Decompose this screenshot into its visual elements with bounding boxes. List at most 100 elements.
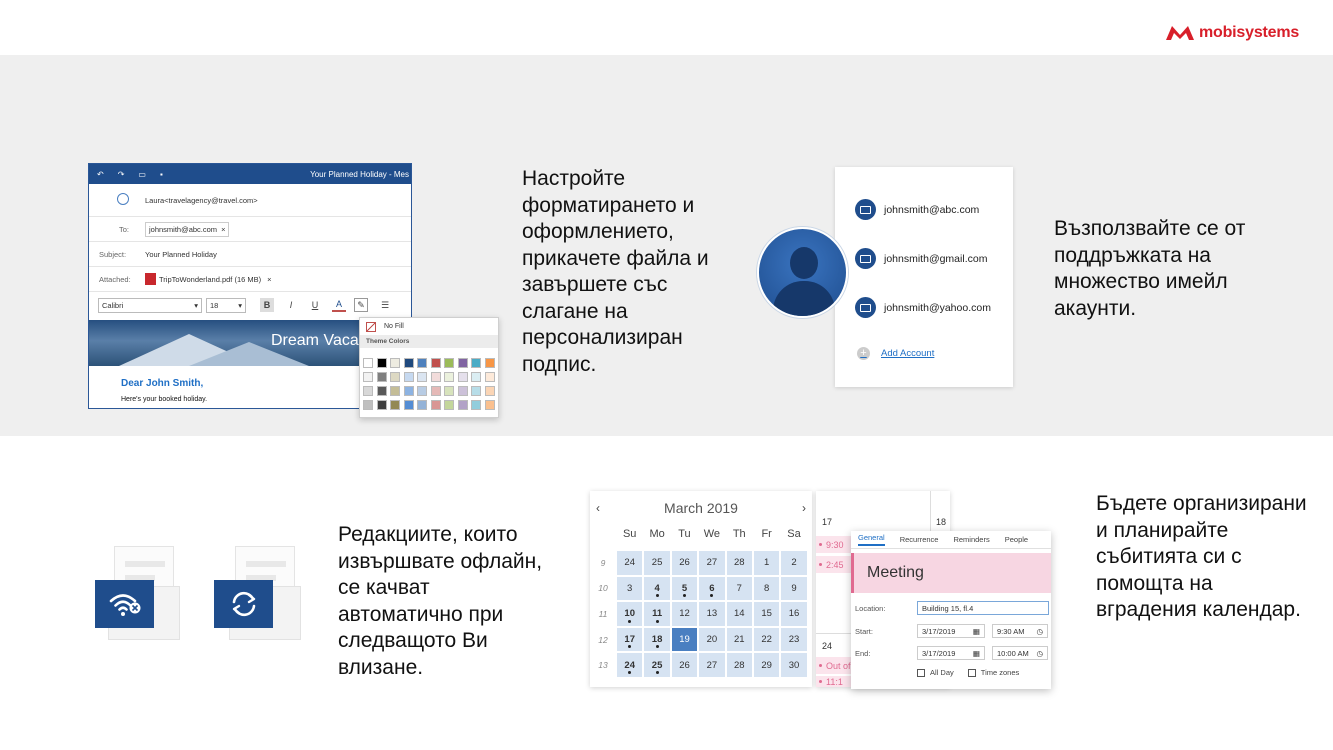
color-swatch[interactable] — [376, 400, 387, 410]
highlight-color-icon[interactable]: ✎ — [354, 298, 368, 312]
event-title[interactable]: Meeting — [851, 553, 1051, 593]
calendar-day[interactable]: 20 — [698, 626, 726, 653]
save-icon[interactable]: ▪ — [160, 170, 163, 179]
color-swatch[interactable] — [403, 386, 414, 396]
calendar-event[interactable]: 2:45 — [816, 556, 852, 573]
reply-icon[interactable]: ↶ — [97, 170, 104, 179]
calendar-day[interactable]: 5 — [670, 575, 699, 602]
color-swatch[interactable] — [457, 386, 468, 396]
calendar-day[interactable]: 21 — [725, 626, 753, 653]
subject-field[interactable]: Your Planned Holiday — [145, 250, 217, 259]
color-swatch[interactable] — [484, 358, 495, 368]
calendar-day[interactable]: 27 — [698, 652, 726, 678]
color-swatch[interactable] — [403, 372, 414, 382]
calendar-day[interactable]: 25 — [643, 550, 671, 576]
calendar-day[interactable]: 26 — [670, 652, 699, 678]
font-size-select[interactable]: 18 ▾ — [206, 297, 246, 313]
calendar-day[interactable]: 9 — [780, 575, 808, 602]
end-date-input[interactable]: 3/17/2019 ▦ — [917, 646, 985, 660]
print-icon[interactable]: ▭ — [138, 170, 146, 179]
tab-reminders[interactable]: Reminders — [953, 535, 989, 544]
color-swatch[interactable] — [444, 358, 454, 368]
color-swatch[interactable] — [444, 400, 454, 410]
color-swatch[interactable] — [403, 400, 414, 410]
color-swatch[interactable] — [471, 372, 481, 382]
calendar-day[interactable]: 11 — [643, 601, 671, 627]
calendar-day[interactable]: 27 — [698, 550, 726, 576]
color-swatch[interactable] — [363, 372, 373, 382]
color-swatch[interactable] — [430, 358, 441, 368]
color-swatch[interactable] — [484, 386, 495, 396]
add-account-link[interactable]: + Add Account — [857, 347, 934, 360]
calendar-day[interactable]: 16 — [780, 601, 808, 627]
color-swatch[interactable] — [376, 358, 387, 368]
calendar-day[interactable]: 2 — [780, 550, 808, 576]
color-swatch[interactable] — [376, 372, 387, 382]
color-swatch[interactable] — [417, 372, 427, 382]
underline-button[interactable]: U — [308, 298, 322, 312]
recipient-chip[interactable]: johnsmith@abc.com × — [145, 221, 230, 237]
color-swatch[interactable] — [417, 386, 427, 396]
calendar-day[interactable]: 24 — [616, 652, 644, 678]
attachment-name[interactable]: TripToWonderland.pdf (16 MB) — [159, 275, 261, 284]
list-icon[interactable]: ☰ — [378, 298, 392, 312]
calendar-day[interactable]: 28 — [725, 550, 753, 576]
account-item[interactable]: johnsmith@yahoo.com — [855, 297, 991, 318]
font-color-button[interactable]: A — [332, 298, 346, 312]
color-swatch[interactable] — [417, 358, 427, 368]
calendar-day[interactable]: 1 — [752, 550, 781, 576]
color-swatch[interactable] — [457, 358, 468, 368]
calendar-day[interactable]: 4 — [643, 575, 671, 602]
color-swatch[interactable] — [403, 358, 414, 368]
calendar-event[interactable]: 11:1 — [816, 676, 852, 687]
color-swatch[interactable] — [376, 386, 387, 396]
calendar-day[interactable]: 23 — [780, 626, 808, 653]
color-swatch[interactable] — [430, 400, 441, 410]
calendar-day[interactable]: 14 — [725, 601, 753, 627]
calendar-event[interactable]: 9:30 — [816, 536, 852, 553]
color-swatch[interactable] — [363, 358, 373, 368]
all-day-checkbox[interactable]: All Day — [917, 668, 954, 677]
calendar-day[interactable]: 30 — [780, 652, 808, 678]
forward-icon[interactable]: ↷ — [118, 170, 125, 179]
calendar-day[interactable]: 13 — [698, 601, 726, 627]
time-zones-checkbox[interactable]: Time zones — [967, 668, 1019, 677]
chevron-left-icon[interactable]: ‹ — [596, 501, 600, 515]
calendar-day[interactable]: 26 — [670, 550, 699, 576]
brand-logo[interactable]: mobisystems — [1165, 24, 1299, 42]
calendar-event[interactable]: Out of — [816, 657, 852, 674]
calendar-day[interactable]: 7 — [725, 575, 753, 602]
start-time-input[interactable]: 9:30 AM ◷ — [992, 624, 1048, 638]
color-swatch[interactable] — [444, 386, 454, 396]
color-swatch[interactable] — [363, 386, 373, 396]
calendar-day[interactable]: 25 — [643, 652, 671, 678]
calendar-day[interactable]: 22 — [752, 626, 781, 653]
color-swatch[interactable] — [430, 386, 441, 396]
chevron-right-icon[interactable]: › — [802, 501, 806, 515]
calendar-day[interactable]: 15 — [752, 601, 781, 627]
bold-button[interactable]: B — [260, 298, 274, 312]
account-item[interactable]: johnsmith@abc.com — [855, 199, 979, 220]
calendar-day[interactable]: 18 — [643, 626, 671, 653]
calendar-day[interactable]: 29 — [752, 652, 781, 678]
calendar-day[interactable]: 24 — [616, 550, 644, 576]
italic-button[interactable]: I — [284, 298, 298, 312]
remove-attachment-icon[interactable]: × — [267, 275, 271, 284]
no-fill-option[interactable]: No Fill — [360, 318, 498, 335]
color-swatch[interactable] — [390, 400, 400, 410]
color-swatch[interactable] — [390, 386, 400, 396]
color-swatch[interactable] — [363, 400, 373, 410]
calendar-day[interactable]: 19 — [670, 626, 699, 653]
color-swatch[interactable] — [390, 372, 400, 382]
color-swatch[interactable] — [430, 372, 441, 382]
calendar-day[interactable]: 28 — [725, 652, 753, 678]
color-swatch[interactable] — [471, 400, 481, 410]
color-swatch[interactable] — [457, 372, 468, 382]
calendar-day[interactable]: 3 — [616, 575, 644, 602]
remove-recipient-icon[interactable]: × — [221, 225, 225, 234]
calendar-day[interactable]: 12 — [670, 601, 699, 627]
tab-general[interactable]: General — [858, 533, 885, 546]
color-swatch[interactable] — [471, 358, 481, 368]
calendar-day[interactable]: 6 — [698, 575, 726, 602]
account-item[interactable]: johnsmith@gmail.com — [855, 248, 987, 269]
